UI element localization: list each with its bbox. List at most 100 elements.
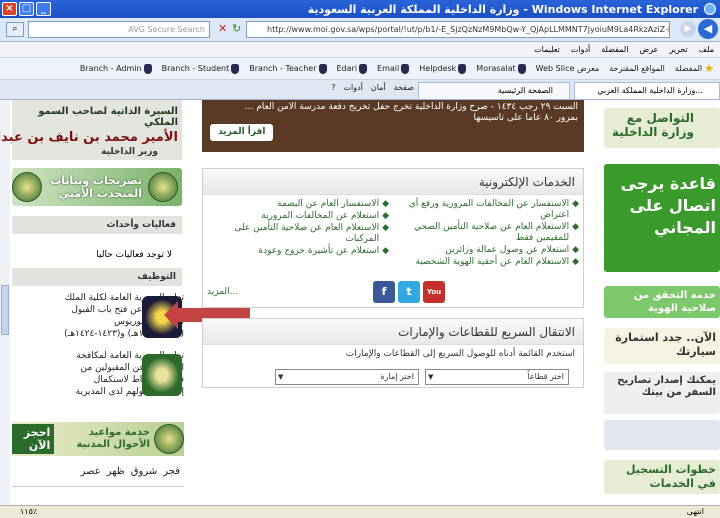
search-input[interactable]: AVG Secure Search — [28, 21, 210, 38]
news-line[interactable]: السبت ٢٩ رجب ١٤٣٤ - صرح وزارة الداخلية ت… — [208, 102, 578, 113]
twitter-icon[interactable]: t — [398, 281, 420, 303]
job-item[interactable]: تعلن المديرية العامة لمكافحة المخدرات عن… — [12, 350, 184, 402]
menu-file[interactable]: ملف — [699, 45, 714, 54]
facebook-icon[interactable]: f — [373, 281, 395, 303]
service-link[interactable]: ◆ الاستفسار العام عن البصمة — [209, 199, 389, 210]
menu-edit[interactable]: تحرير — [669, 45, 687, 54]
menu-view[interactable]: عرض — [639, 45, 658, 54]
menu-help[interactable]: تعليمات — [534, 45, 560, 54]
web-slice-link[interactable]: معرض Web Slice — [536, 64, 600, 73]
scrollbar[interactable] — [0, 100, 10, 505]
fav-morasalat[interactable]: Morasalat — [476, 63, 526, 74]
prayer-sunrise: شروق — [130, 466, 158, 477]
job-item[interactable]: تعلن المديرية العامة لكلية الملك فهد الأ… — [12, 292, 184, 344]
bullet-icon: ◆ — [382, 199, 389, 209]
bullet-icon: ◆ — [572, 222, 579, 232]
tab-moi[interactable]: وزارة الداخلية المملكة العربي... — [574, 82, 720, 99]
safety-menu[interactable]: أمان — [371, 83, 386, 92]
prince-biography-banner[interactable]: السيرة الذاتية لصاحب السمو الملكي الأمير… — [0, 100, 182, 160]
service-link[interactable]: ◆ الاستعلام العام عن صلاحية التأمين على ا… — [209, 223, 389, 245]
quick-navigation-title: الانتقال السريع للقطاعات والإمارات — [203, 319, 583, 345]
eservices-col-left: ◆ الاستفسار العام عن البصمة ◆ استعلام عن ا… — [209, 199, 389, 269]
service-link[interactable]: ◆ الاستعلام العام عن أحقية الهوية الشخصية — [399, 257, 579, 268]
fav-branch-admin[interactable]: Branch - Admin — [80, 63, 152, 74]
more-services-link[interactable]: المزيد... — [207, 287, 238, 297]
window-controls: × □ _ — [0, 2, 51, 16]
booking-label: خدمة مواعيد الأحوال المدنية — [76, 427, 150, 450]
service-link[interactable]: ◆ الاستعلام العام عن صلاحية التأمين الصحي… — [399, 222, 579, 244]
quick-navigation-panel: الانتقال السريع للقطاعات والإمارات استخد… — [202, 318, 584, 388]
id-verification-banner[interactable]: خدمة التحقق من صلاحية الهوية — [604, 286, 720, 318]
emblem-icon — [12, 172, 42, 202]
shield-icon — [318, 63, 327, 74]
tools-menu[interactable]: أدوات — [343, 83, 362, 92]
fav-email[interactable]: Email — [377, 63, 410, 74]
close-icon[interactable]: × — [2, 2, 17, 16]
status-bar: انتهى ١١٥٪ — [0, 505, 720, 518]
chevron-down-icon: ▼ — [278, 373, 284, 381]
middle-column: السبت ٢٩ رجب ١٤٣٤ - صرح وزارة الداخلية ت… — [202, 100, 584, 505]
eservices-title: الخدمات الإلكترونية — [203, 169, 583, 195]
emblem-icon — [154, 424, 184, 454]
service-link[interactable]: ◆ استعلام عن وصول عمالة وزائرين — [399, 245, 579, 256]
favorites-bar: ★ المفضلة المواقع المقترحة معرض Web Slice… — [0, 58, 720, 80]
registration-steps-banner[interactable]: خطوات التسجيل في الخدمات — [604, 460, 720, 494]
fav-branch-teacher[interactable]: Branch - Teacher — [249, 63, 327, 74]
no-events-text: لا توجد فعاليات حاليا — [96, 250, 172, 260]
quick-navigation-hint: استخدم القائمة أدناه للوصول السريع إلى ا… — [345, 349, 575, 359]
fav-helpdesk[interactable]: Helpdesk — [419, 63, 467, 74]
civil-affairs-booking-banner[interactable]: خدمة مواعيد الأحوال المدنية احجز الآن — [12, 422, 184, 456]
security-statements-banner[interactable]: تصريحات وبيانات المتحدث الأمني — [12, 168, 182, 206]
travel-permit-banner[interactable]: يمكنك إصدار تصاريح السفر من بيتك — [604, 372, 720, 414]
address-toolbar: ⌕ AVG Secure Search ✕ ↻ http://www.moi.g… — [0, 18, 720, 42]
contact-ministry-banner[interactable]: التواصل مع وزارة الداخلية — [604, 108, 720, 148]
shield-icon — [458, 63, 467, 74]
service-link[interactable]: ◆ استعلام عن المخالفات المرورية — [209, 211, 389, 222]
search-icon[interactable]: ⌕ — [6, 22, 24, 37]
chevron-down-icon: ▼ — [428, 373, 434, 381]
narcotics-emblem-icon — [142, 354, 182, 396]
service-link[interactable]: ◆ استعلام عن تأشيرة خروج وعودة — [209, 246, 389, 257]
help-icon[interactable]: ? — [331, 83, 335, 92]
fav-edari[interactable]: Edari — [337, 63, 368, 74]
fav-branch-student[interactable]: Branch - Student — [162, 63, 240, 74]
refresh-icon[interactable]: ↻ — [232, 23, 244, 35]
command-bar: صفحة أمان أدوات ? — [4, 83, 414, 92]
car-registration-banner[interactable]: الآن.. جدد استمارة سيارتك — [604, 328, 720, 364]
address-input[interactable]: http://www.moi.gov.sa/wps/portal/!ut/p/b… — [246, 21, 670, 38]
toll-free-banner[interactable]: قاعدة يرجى اتصال على المجاني — [604, 164, 720, 272]
bullet-icon: ◆ — [572, 257, 579, 267]
back-icon[interactable]: ◀ — [698, 19, 718, 39]
read-more-button[interactable]: اقرأ المزيد — [210, 124, 274, 141]
menu-tools[interactable]: أدوات — [571, 45, 590, 54]
forward-icon[interactable]: ▶ — [680, 21, 696, 37]
book-now-button[interactable]: احجز الآن — [12, 424, 55, 454]
sector-select[interactable]: اختر قطاعاً ▼ — [425, 369, 569, 385]
suggested-sites-link[interactable]: المواقع المقترحة — [609, 64, 665, 73]
tab-home[interactable]: الصفحة الرئيسية — [418, 82, 570, 99]
minimize-icon[interactable]: _ — [36, 2, 51, 16]
favorites-button[interactable]: ★ المفضلة — [675, 62, 714, 75]
jobs-header: التوظيف — [12, 268, 182, 286]
prayer-fajr: فجر — [163, 466, 180, 477]
stop-icon[interactable]: ✕ — [218, 23, 230, 35]
maximize-icon[interactable]: □ — [19, 2, 34, 16]
scrollbar-thumb[interactable] — [1, 285, 9, 335]
prayer-divider — [12, 486, 184, 494]
service-link[interactable]: ◆ الاستفسار عن المخالفات المرورية ورفع أي… — [399, 199, 579, 221]
social-links: You Tube t f — [373, 281, 445, 318]
prince-bio-title: السيرة الذاتية لصاحب السمو الملكي — [38, 106, 178, 128]
gray-banner[interactable] — [604, 420, 720, 450]
emirate-select[interactable]: اختر إمارة ▼ — [275, 369, 419, 385]
shield-icon — [401, 63, 410, 74]
page-menu[interactable]: صفحة — [394, 83, 414, 92]
right-column: التواصل مع وزارة الداخلية قاعدة يرجى اتص… — [604, 100, 720, 505]
bullet-icon: ◆ — [382, 211, 389, 221]
youtube-icon[interactable]: You Tube — [423, 281, 445, 318]
shield-icon — [359, 63, 368, 74]
prayer-asr: عصر — [80, 466, 101, 477]
menu-favorites[interactable]: المفضلة — [601, 45, 628, 54]
news-line[interactable]: بمرور ٨٠ عاماً على تأسيسها — [208, 113, 578, 124]
zoom-level[interactable]: ١١٥٪ — [20, 506, 37, 518]
shield-icon — [517, 63, 526, 74]
